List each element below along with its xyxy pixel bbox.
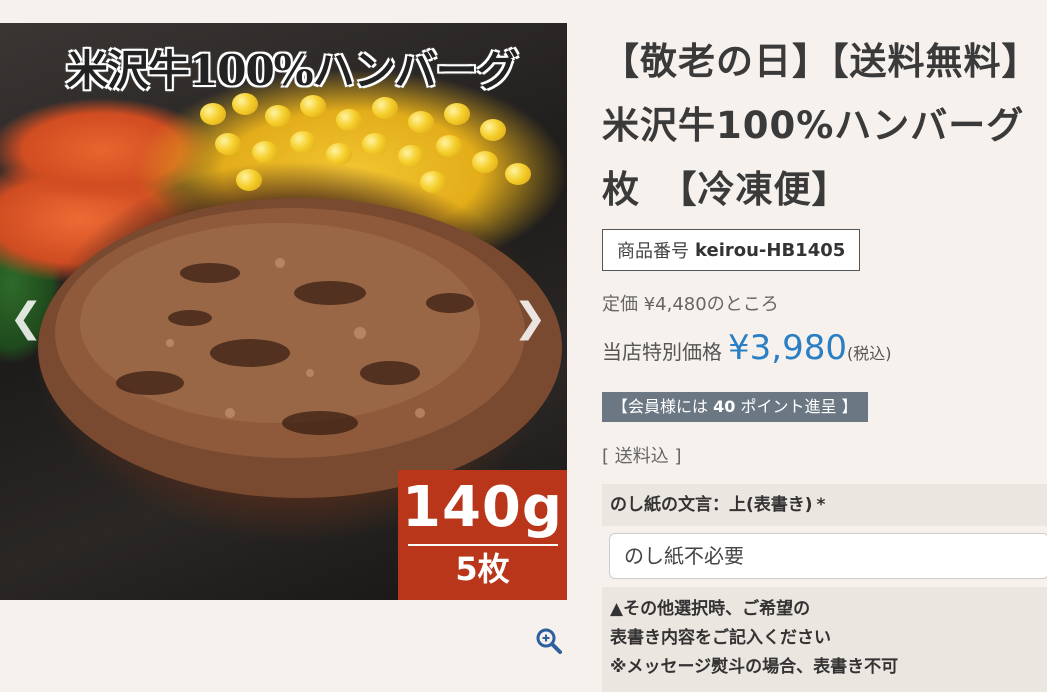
corn-decoration bbox=[300, 95, 326, 117]
corn-decoration bbox=[215, 133, 241, 155]
corn-decoration bbox=[200, 103, 226, 125]
special-price-label: 当店特別価格 bbox=[602, 340, 722, 364]
noshi-label: のし紙の文言：上(表書き) * bbox=[602, 484, 1047, 526]
sku-box: 商品番号 keirou-HB1405 bbox=[602, 229, 861, 271]
special-price-amount: ¥3,980 bbox=[728, 328, 847, 368]
corn-decoration bbox=[436, 135, 462, 157]
product-title-line: 米沢牛100%ハンバーグ bbox=[602, 104, 1025, 147]
corn-decoration bbox=[252, 141, 278, 163]
zoom-in-icon[interactable] bbox=[535, 627, 563, 655]
corn-decoration bbox=[444, 103, 470, 125]
product-image[interactable]: 米沢牛100%ハンバーグ ❮ ❯ 140g 5枚 bbox=[0, 23, 567, 600]
weight-badge: 140g 5枚 bbox=[398, 470, 567, 600]
noshi-note-line: ▲その他選択時、ご希望の bbox=[610, 599, 811, 619]
noshi-select[interactable]: のし紙不必要 bbox=[609, 533, 1047, 579]
chevron-left-icon[interactable]: ❮ bbox=[6, 293, 46, 343]
corn-decoration bbox=[398, 145, 424, 167]
badge-count: 5枚 bbox=[455, 550, 510, 588]
points-prefix: 【会員様には bbox=[612, 397, 709, 416]
corn-decoration bbox=[472, 151, 498, 173]
sku-value: keirou-HB1405 bbox=[695, 239, 846, 261]
corn-decoration bbox=[480, 119, 506, 141]
corn-decoration bbox=[336, 109, 362, 131]
noshi-note: ▲その他選択時、ご希望の 表書き内容をご記入ください ※メッセージ熨斗の場合、表… bbox=[602, 587, 1047, 692]
product-title-line: 【敬老の日】【送料無料】 bbox=[602, 40, 1040, 83]
required-mark: * bbox=[816, 495, 826, 515]
noshi-note-line: 表書き内容をご記入ください bbox=[610, 628, 831, 648]
corn-decoration bbox=[290, 131, 316, 153]
badge-weight: 140g bbox=[402, 475, 563, 540]
points-badge: 【会員様には 40 ポイント進呈 】 bbox=[602, 392, 868, 422]
corn-decoration bbox=[326, 143, 352, 165]
chevron-right-icon[interactable]: ❯ bbox=[510, 293, 550, 343]
corn-decoration bbox=[505, 163, 531, 185]
noshi-note-line: ※メッセージ熨斗の場合、表書き不可 bbox=[610, 657, 899, 677]
tax-note: (税込) bbox=[846, 344, 892, 363]
product-title-line: 枚 【冷凍便】 bbox=[602, 168, 850, 211]
list-price: 定価 ¥4,480のところ bbox=[602, 294, 779, 315]
corn-decoration bbox=[362, 133, 388, 155]
sku-label: 商品番号 bbox=[617, 241, 689, 262]
product-title: 【敬老の日】【送料無料】 米沢牛100%ハンバーグ 枚 【冷凍便】 bbox=[602, 30, 1047, 222]
shipping-note: [ 送料込 ] bbox=[602, 446, 682, 467]
special-price-row: 当店特別価格 ¥3,980(税込) bbox=[602, 328, 891, 368]
noshi-label-text: のし紙の文言：上(表書き) bbox=[610, 495, 813, 515]
corn-decoration bbox=[408, 111, 434, 133]
points-suffix: ポイント進呈 】 bbox=[740, 397, 858, 416]
points-value: 40 bbox=[713, 397, 736, 416]
corn-decoration bbox=[265, 105, 291, 127]
image-overlay-title: 米沢牛100%ハンバーグ bbox=[66, 46, 519, 95]
corn-decoration bbox=[372, 97, 398, 119]
